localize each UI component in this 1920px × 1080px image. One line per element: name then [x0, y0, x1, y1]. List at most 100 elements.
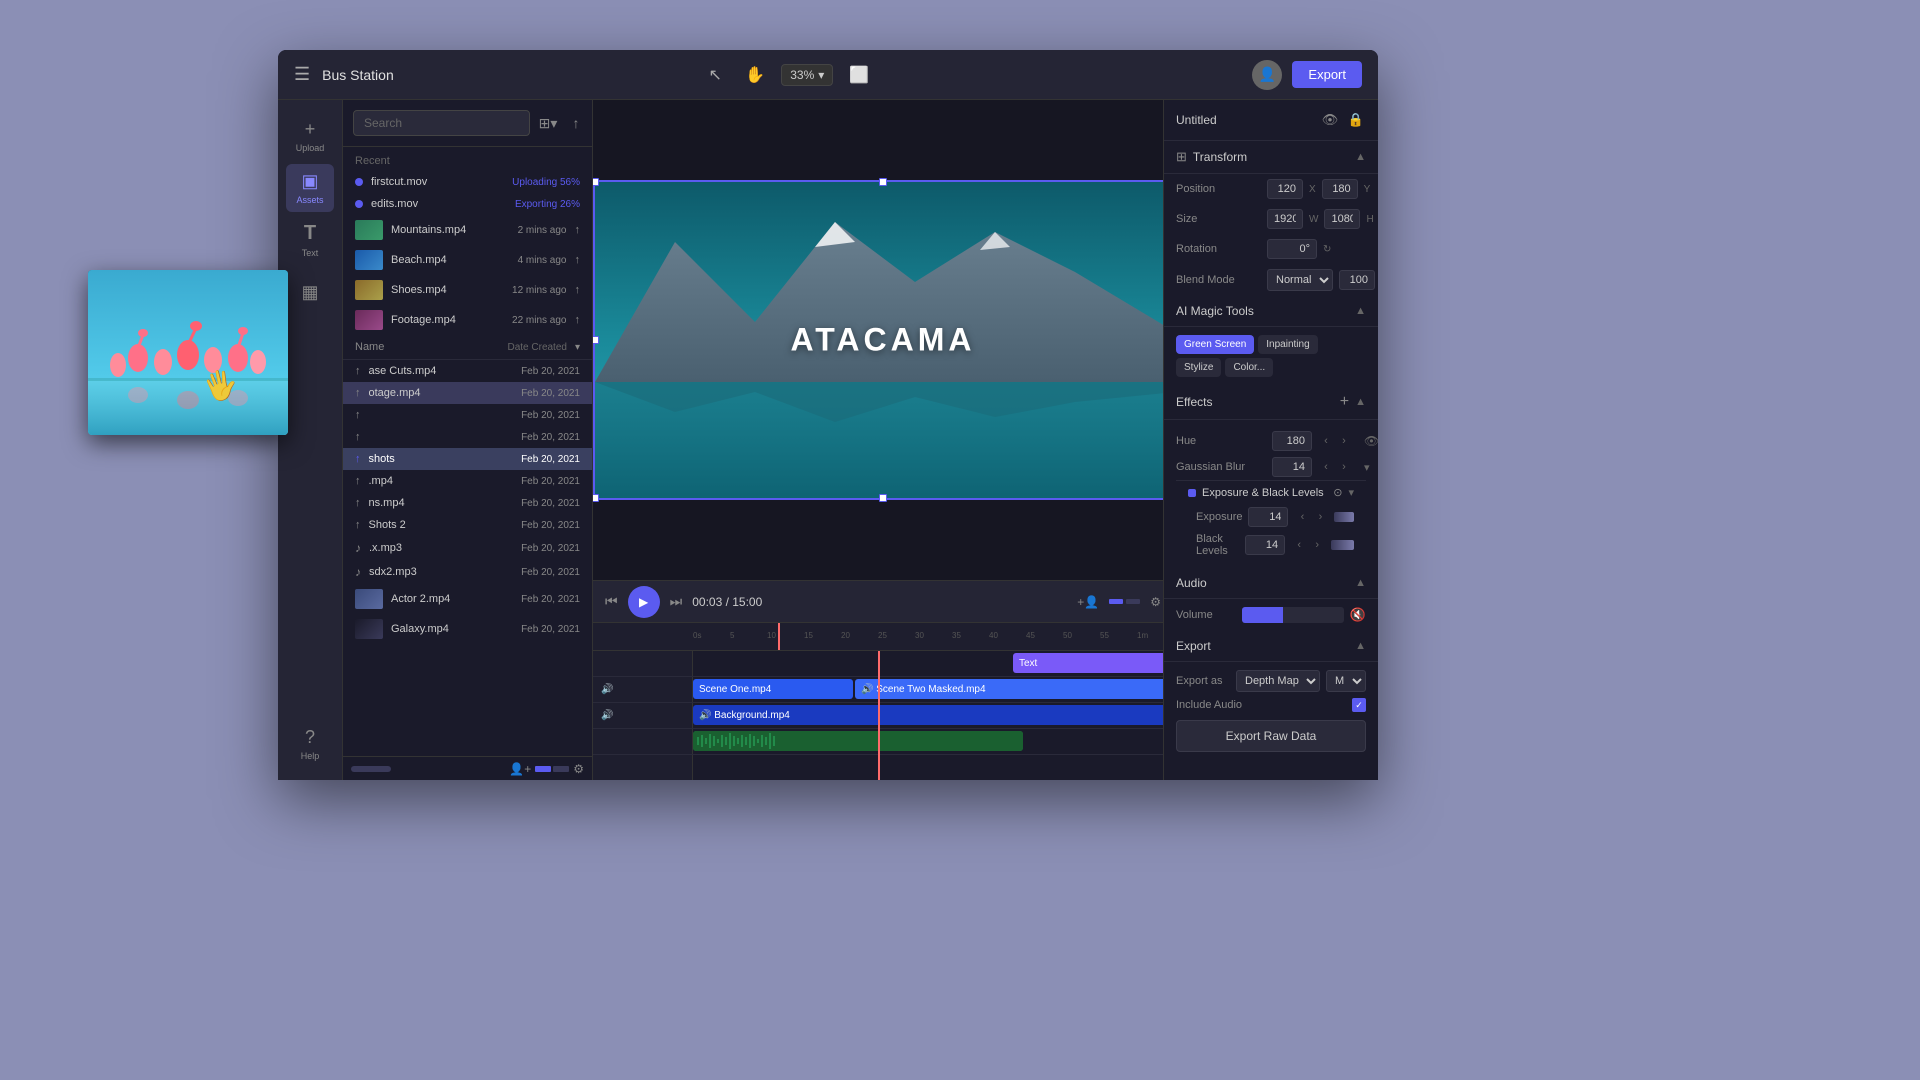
colorize-tab[interactable]: Color...	[1225, 358, 1273, 377]
black-levels-decrement[interactable]: ‹	[1291, 539, 1307, 551]
text-icon: T	[304, 222, 316, 245]
hand-tool[interactable]: ✋	[741, 61, 769, 89]
next-frame-btn[interactable]: ⏭	[670, 593, 683, 610]
menu-icon[interactable]: ☰	[294, 64, 310, 85]
list-item[interactable]: Mountains.mp4 2 mins ago ↑	[343, 215, 592, 245]
pointer-tool[interactable]: ↖	[701, 61, 729, 89]
date: Feb 20, 2021	[521, 520, 580, 531]
sort-arrow-icon[interactable]: ▾	[575, 342, 580, 353]
list-item[interactable]: ↑ Feb 20, 2021	[343, 426, 592, 448]
sidebar-item-text[interactable]: T Text	[286, 216, 334, 264]
sidebar-item-assets[interactable]: ▣ Assets	[286, 164, 334, 212]
sidebar-item-patterns[interactable]: ▦	[286, 268, 334, 316]
add-track-btn[interactable]: +👤	[1077, 595, 1099, 609]
export-type-select[interactable]: MP4	[1326, 670, 1366, 692]
sidebar-item-upload[interactable]: + Upload	[286, 112, 334, 160]
hue-increment[interactable]: ›	[1336, 435, 1352, 447]
clip-text[interactable]: Text	[1013, 653, 1163, 673]
clip-scene-two[interactable]: 🔊 Scene Two Masked.mp4	[855, 679, 1163, 699]
list-item[interactable]: ↑ otage.mp4 Feb 20, 2021	[343, 382, 592, 404]
black-levels-increment[interactable]: ›	[1309, 539, 1325, 551]
handle-mid-left[interactable]	[593, 336, 599, 344]
play-button[interactable]: ▶	[628, 586, 660, 618]
black-levels-label: Black Levels	[1196, 533, 1239, 557]
lock-btn[interactable]: 🔒	[1346, 110, 1366, 130]
list-item[interactable]: Beach.mp4 4 mins ago ↑	[343, 245, 592, 275]
position-x-input[interactable]	[1267, 179, 1303, 199]
prev-frame-btn[interactable]: ⏮	[605, 593, 618, 610]
timeline-settings-btn[interactable]: ⚙	[1150, 595, 1161, 609]
inpainting-tab[interactable]: Inpainting	[1258, 335, 1317, 354]
exposure-increment[interactable]: ›	[1312, 511, 1328, 523]
export-section-header[interactable]: Export ▲	[1164, 631, 1378, 662]
list-item[interactable]: Galaxy.mp4 Feb 20, 2021	[343, 614, 592, 644]
handle-bottom-left[interactable]	[593, 494, 599, 502]
list-item[interactable]: ↑ shots Feb 20, 2021	[343, 448, 592, 470]
list-item[interactable]: Footage.mp4 22 mins ago ↑	[343, 305, 592, 335]
list-item[interactable]: edits.mov Exporting 26%	[343, 193, 592, 215]
handle-bottom-mid[interactable]	[879, 494, 887, 502]
audio-clip-1[interactable]	[693, 731, 1023, 751]
blur-chevron-icon[interactable]: ▾	[1364, 461, 1370, 474]
app-title: Bus Station	[322, 67, 701, 83]
list-item[interactable]: firstcut.mov Uploading 56%	[343, 171, 592, 193]
gaussian-blur-input[interactable]	[1272, 457, 1312, 477]
frame-icon[interactable]: ⬜	[845, 61, 873, 89]
clip-scene-one[interactable]: Scene One.mp4	[693, 679, 853, 699]
export-button[interactable]: Export	[1292, 61, 1362, 88]
stylize-tab[interactable]: Stylize	[1176, 358, 1221, 377]
effects-add-btn[interactable]: +	[1340, 393, 1349, 411]
export-raw-button[interactable]: Export Raw Data	[1176, 720, 1366, 752]
blur-decrement[interactable]: ‹	[1318, 461, 1334, 473]
ai-magic-tools-header[interactable]: AI Magic Tools ▲	[1164, 296, 1378, 327]
avatar[interactable]: 👤	[1252, 60, 1282, 90]
exposure-reset-btn[interactable]: ⊙	[1333, 486, 1342, 499]
hue-decrement[interactable]: ‹	[1318, 435, 1334, 447]
include-audio-checkbox[interactable]: ✓	[1352, 698, 1366, 712]
exposure-chevron-icon[interactable]: ▾	[1348, 486, 1354, 499]
blur-increment[interactable]: ›	[1336, 461, 1352, 473]
search-input[interactable]	[353, 110, 530, 136]
list-item[interactable]: ♪ .x.mp3 Feb 20, 2021	[343, 536, 592, 560]
sidebar-item-help[interactable]: ? Help	[286, 720, 334, 768]
volume-bar[interactable]	[1242, 607, 1344, 623]
green-screen-tab[interactable]: Green Screen	[1176, 335, 1254, 354]
visibility-btn[interactable]: 👁	[1320, 110, 1340, 130]
list-item[interactable]: Shoes.mp4 12 mins ago ↑	[343, 275, 592, 305]
audio-section-header[interactable]: Audio ▲	[1164, 568, 1378, 599]
black-levels-input[interactable]	[1245, 535, 1285, 555]
list-item[interactable]: ↑ Feb 20, 2021	[343, 404, 592, 426]
rotation-input[interactable]	[1267, 239, 1317, 259]
handle-top-left[interactable]	[593, 178, 599, 186]
clip-background[interactable]: 🔊 Background.mp4	[693, 705, 1163, 725]
mute-icon[interactable]: 🔇	[1350, 607, 1366, 623]
blend-opacity-input[interactable]	[1339, 270, 1375, 290]
settings-btn[interactable]: ⚙	[573, 762, 584, 776]
handle-top-mid[interactable]	[879, 178, 887, 186]
y-label: Y	[1364, 184, 1371, 195]
add-media-btn[interactable]: 👤+	[509, 762, 531, 776]
size-w-input[interactable]	[1267, 209, 1303, 229]
preview-video[interactable]: ATACAMA	[593, 180, 1163, 500]
exposure-decrement[interactable]: ‹	[1294, 511, 1310, 523]
list-item[interactable]: ♪ sdx2.mp3 Feb 20, 2021	[343, 560, 592, 584]
effects-section-header[interactable]: Effects + ▲	[1164, 385, 1378, 420]
filter-btn[interactable]: ⊞▾	[536, 111, 560, 135]
list-item[interactable]: ↑ Shots 2 Feb 20, 2021	[343, 514, 592, 536]
export-format-select[interactable]: Depth Map	[1236, 670, 1320, 692]
blend-mode-select[interactable]: Normal	[1267, 269, 1333, 291]
upload-btn[interactable]: ↑	[564, 111, 588, 135]
position-y-input[interactable]	[1322, 179, 1358, 199]
exposure-input[interactable]	[1248, 507, 1288, 527]
hue-input[interactable]	[1272, 431, 1312, 451]
transform-section-header[interactable]: ⊞ Transform ▲	[1164, 141, 1378, 174]
list-item[interactable]: ↑ ase Cuts.mp4 Feb 20, 2021	[343, 360, 592, 382]
right-panel: Untitled 👁 🔒 ⊞ Transform ▲ Position X Y	[1163, 100, 1378, 780]
size-h-input[interactable]	[1324, 209, 1360, 229]
list-item[interactable]: ↑ .mp4 Feb 20, 2021	[343, 470, 592, 492]
hue-visibility-icon[interactable]: 👁	[1364, 434, 1378, 448]
list-item[interactable]: ↑ ns.mp4 Feb 20, 2021	[343, 492, 592, 514]
zoom-selector[interactable]: 33% ▾	[781, 64, 833, 86]
list-item[interactable]: Actor 2.mp4 Feb 20, 2021	[343, 584, 592, 614]
status-dot	[355, 178, 363, 186]
